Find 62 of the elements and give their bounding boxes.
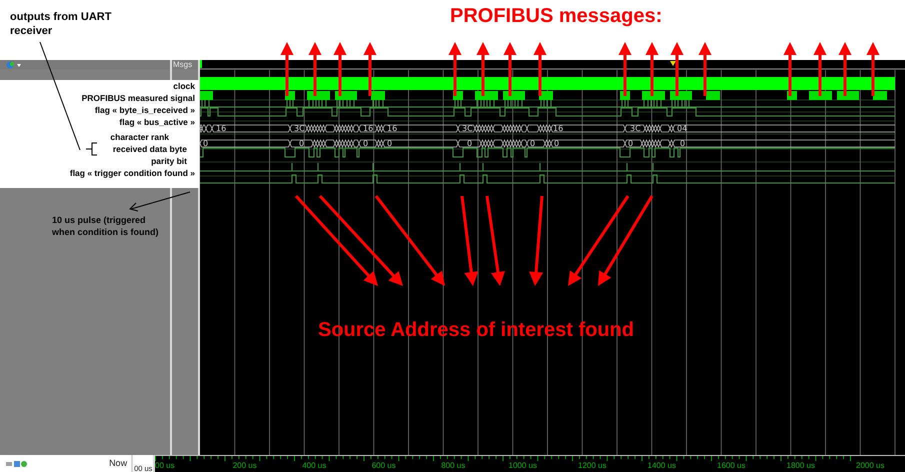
column-header: Msgs — [172, 60, 198, 69]
bus-value: 0 — [680, 139, 686, 148]
signal-label: flag « byte_is_received » — [94, 104, 195, 116]
bus-value: 16 — [553, 124, 564, 133]
bus-value: 0 — [299, 139, 304, 148]
signal-label: clock — [173, 80, 195, 92]
annotation-text: Source Address of interest found — [318, 318, 634, 343]
time-label: 1400 us — [646, 461, 677, 471]
curly-brace — [86, 142, 98, 156]
time-label: 400 us — [301, 461, 328, 471]
time-label: 1200 us — [577, 461, 608, 471]
arrow — [670, 42, 684, 96]
time-label: 1600 us — [716, 461, 746, 471]
bus-value: 16 — [387, 124, 398, 133]
now-label: Now — [109, 456, 128, 470]
bus-value: 3C — [630, 124, 641, 133]
arrow — [476, 42, 490, 96]
arrow — [504, 42, 516, 96]
annotation-title: PROFIBUS messages: — [450, 4, 662, 24]
arrow — [448, 42, 462, 96]
arrow — [646, 42, 658, 96]
toolbar-icon — [6, 60, 22, 68]
bus-value: 16 — [216, 124, 226, 133]
bus-value: 0 — [203, 139, 208, 148]
bus-value: 0 — [554, 139, 560, 148]
arrow — [618, 42, 632, 96]
arrow — [814, 42, 826, 96]
status-icon — [6, 460, 28, 468]
signal-label: received data byte — [112, 143, 188, 155]
time-label: 200 us — [232, 461, 258, 471]
arrow — [334, 42, 346, 96]
bus-value: 04 — [677, 124, 688, 133]
annotation-text: 10 us pulse (triggered when condition is found) — [52, 214, 160, 238]
bus-value: 0 — [628, 139, 634, 148]
time-label: 600 us — [370, 461, 397, 471]
bus-value: 0 — [530, 139, 536, 148]
bus-value: 3C — [294, 124, 305, 133]
time-label: 800 us — [440, 461, 466, 471]
arrow — [364, 42, 376, 96]
bus-value: 16 — [363, 124, 374, 133]
arrow — [280, 42, 294, 96]
bus-value: 3C — [462, 124, 473, 133]
time-label: 1800 us — [786, 461, 816, 471]
signal-label: character rank — [110, 131, 170, 143]
signal-label: flag « bus_active » — [119, 116, 195, 128]
arrow — [698, 42, 712, 96]
arrow — [308, 42, 322, 96]
pointer-arrow — [129, 192, 190, 212]
bus-value: 0 — [387, 139, 392, 148]
signal-label: parity bit — [151, 155, 188, 167]
time-label: 00 us — [155, 461, 176, 471]
bus-value: 0 — [363, 139, 368, 148]
signal-label: PROFIBUS measured signal — [82, 92, 195, 104]
annotation-text: outputs from UART receiver — [9, 10, 112, 39]
signal-label: flag « trigger condition found » — [70, 167, 195, 179]
arrow — [866, 42, 880, 96]
arrow — [838, 42, 852, 96]
bus-value: 0 — [467, 139, 472, 148]
arrow — [534, 42, 546, 96]
arrow — [784, 42, 796, 96]
time-label: 1000 us — [508, 461, 538, 471]
time-label: 2000 us — [855, 461, 886, 471]
